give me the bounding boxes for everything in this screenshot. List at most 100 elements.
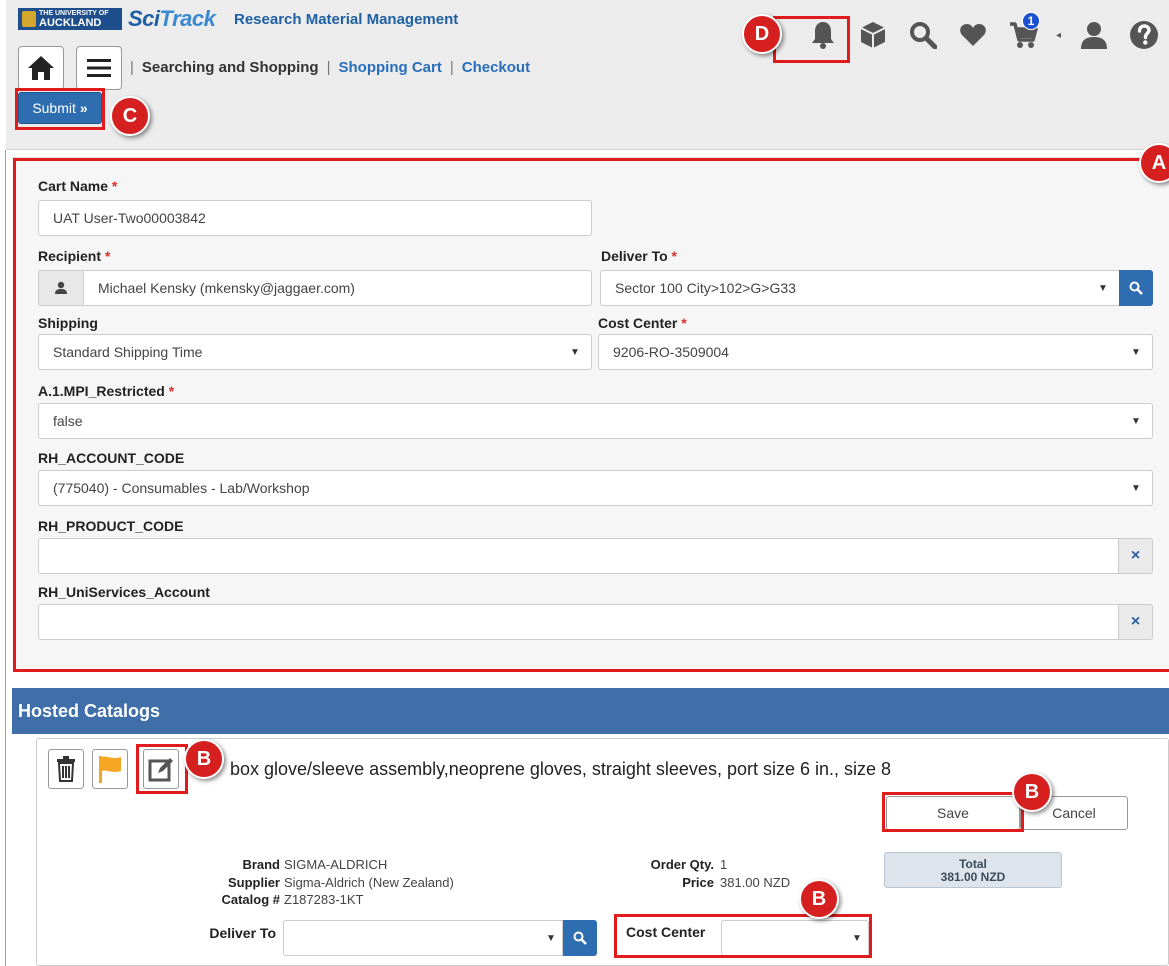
app-brand[interactable]: SciTrack [128, 6, 216, 32]
logo-line-2: AUCKLAND [39, 16, 102, 29]
crest-icon [22, 11, 36, 27]
order-qty-value: 1 [720, 857, 728, 872]
product-title[interactable]: box glove/sleeve assembly,neoprene glove… [230, 759, 891, 780]
caret-down-icon: ▼ [1131, 482, 1141, 494]
flag-icon [99, 756, 121, 783]
menu-icon [87, 59, 111, 77]
line-deliver-to-search-button[interactable] [563, 920, 597, 956]
help-icon [1130, 21, 1159, 49]
deliver-to-select[interactable]: Sector 100 City>102>G>G33 ▼ [600, 270, 1120, 306]
mpi-restricted-select[interactable]: false ▼ [38, 403, 1153, 439]
nav-searching-shopping[interactable]: Searching and Shopping [142, 59, 319, 76]
line-deliver-to-select[interactable]: ▼ [283, 920, 563, 956]
line-cost-center-select[interactable]: ▼ [721, 920, 869, 956]
caret-down-icon: ▼ [1131, 415, 1141, 427]
notifications-button[interactable] [806, 18, 840, 52]
edit-item-button[interactable] [143, 749, 179, 789]
app-subtitle: Research Material Management [234, 11, 459, 28]
line-deliver-to-label: Deliver To [209, 925, 276, 941]
cost-center-value: 9206-RO-3509004 [613, 344, 729, 360]
search-icon [910, 22, 937, 49]
required-mark: * [168, 383, 175, 399]
required-mark: * [111, 178, 118, 194]
submit-button[interactable]: Submit » [18, 92, 102, 124]
price-value: 381.00 NZD [720, 875, 791, 890]
cart-name-input[interactable]: UAT User-Two00003842 [38, 200, 592, 236]
mpi-restricted-label: A.1.MPI_Restricted * [38, 383, 175, 399]
hosted-catalogs-header: Hosted Catalogs [12, 688, 1169, 734]
delete-item-button[interactable] [48, 749, 84, 789]
deliver-to-search-button[interactable] [1119, 270, 1153, 306]
mpi-restricted-value: false [53, 413, 83, 429]
supplier-value: Sigma-Aldrich (New Zealand) [284, 875, 454, 890]
breadcrumb: | Searching and Shopping | Shopping Cart… [130, 59, 530, 76]
account-code-select[interactable]: (775040) - Consumables - Lab/Workshop ▼ [38, 470, 1153, 506]
app-header: THE UNIVERSITY OF AUCKLAND SciTrack Rese… [0, 0, 1169, 150]
help-button[interactable] [1127, 18, 1161, 52]
recipient-label: Recipient * [38, 248, 111, 264]
top-toolbar: 1 ◂ [806, 12, 1161, 52]
required-mark: * [104, 248, 111, 264]
heart-icon [960, 24, 986, 46]
callout-b-edit: B [184, 739, 224, 779]
product-code-input[interactable] [38, 538, 1119, 574]
caret-down-icon: ▼ [1098, 282, 1108, 294]
nav-shopping-cart[interactable]: Shopping Cart [339, 59, 442, 76]
flag-item-button[interactable] [92, 749, 128, 789]
search-icon [573, 931, 587, 945]
cart-name-value: UAT User-Two00003842 [53, 210, 206, 226]
account-code-value: (775040) - Consumables - Lab/Workshop [53, 480, 310, 496]
recipient-input[interactable]: Michael Kensky (mkensky@jaggaer.com) [83, 270, 592, 306]
left-gutter-top [0, 0, 6, 150]
user-icon [1081, 22, 1108, 49]
line-cost-center-label: Cost Center [626, 924, 706, 940]
home-button[interactable] [18, 46, 64, 90]
product-code-label: RH_PRODUCT_CODE [38, 518, 184, 534]
recipient-value: Michael Kensky (mkensky@jaggaer.com) [98, 280, 355, 296]
save-button[interactable]: Save [886, 796, 1020, 830]
search-button[interactable] [906, 18, 940, 52]
supplier-label: Supplier [227, 875, 280, 890]
line-total-badge: Total 381.00 NZD [884, 852, 1062, 888]
caret-down-icon: ▼ [570, 346, 580, 358]
callout-c: C [110, 96, 150, 136]
university-logo[interactable]: THE UNIVERSITY OF AUCKLAND [18, 8, 122, 30]
caret-left-icon[interactable]: ◂ [1056, 30, 1061, 41]
brand-track: Track [159, 6, 216, 31]
catalog-number-value: Z187283-1KT [284, 892, 364, 907]
brand-sci: Sci [128, 6, 160, 31]
total-value: 381.00 NZD [940, 870, 1006, 884]
double-chevron-right-icon: » [79, 100, 88, 116]
catalog-number-label: Catalog # [221, 892, 280, 907]
callout-b-save: B [1012, 772, 1052, 812]
favorites-button[interactable] [956, 18, 990, 52]
callout-d: D [742, 14, 782, 54]
hosted-catalogs-title: Hosted Catalogs [18, 700, 161, 721]
breadcrumb-separator: | [449, 59, 454, 76]
uniservices-input[interactable] [38, 604, 1119, 640]
cost-center-select[interactable]: 9206-RO-3509004 ▼ [598, 334, 1153, 370]
shipping-value: Standard Shipping Time [53, 344, 203, 360]
order-qty-label: Order Qty. [650, 857, 714, 872]
deliver-to-value: Sector 100 City>102>G>G33 [615, 280, 796, 296]
callout-b-cost-center: B [799, 879, 839, 919]
uniservices-clear-button[interactable]: × [1119, 604, 1153, 640]
menu-button[interactable] [76, 46, 122, 90]
user-profile-button[interactable] [1077, 18, 1111, 52]
required-mark: * [671, 248, 677, 264]
shipping-select[interactable]: Standard Shipping Time ▼ [38, 334, 592, 370]
cart-button[interactable]: 1 [1006, 12, 1040, 52]
product-code-clear-button[interactable]: × [1119, 538, 1153, 574]
required-mark: * [681, 315, 687, 331]
home-icon [28, 56, 54, 80]
caret-down-icon: ▼ [852, 932, 862, 944]
account-code-label: RH_ACCOUNT_CODE [38, 450, 185, 466]
orders-button[interactable] [856, 18, 890, 52]
cost-center-label: Cost Center * [598, 315, 687, 331]
brand-value: SIGMA-ALDRICH [284, 857, 388, 872]
breadcrumb-separator: | [326, 59, 331, 76]
cube-icon [860, 22, 886, 48]
bell-icon [812, 22, 834, 49]
nav-checkout[interactable]: Checkout [462, 59, 530, 76]
caret-down-icon: ▼ [1131, 346, 1141, 358]
